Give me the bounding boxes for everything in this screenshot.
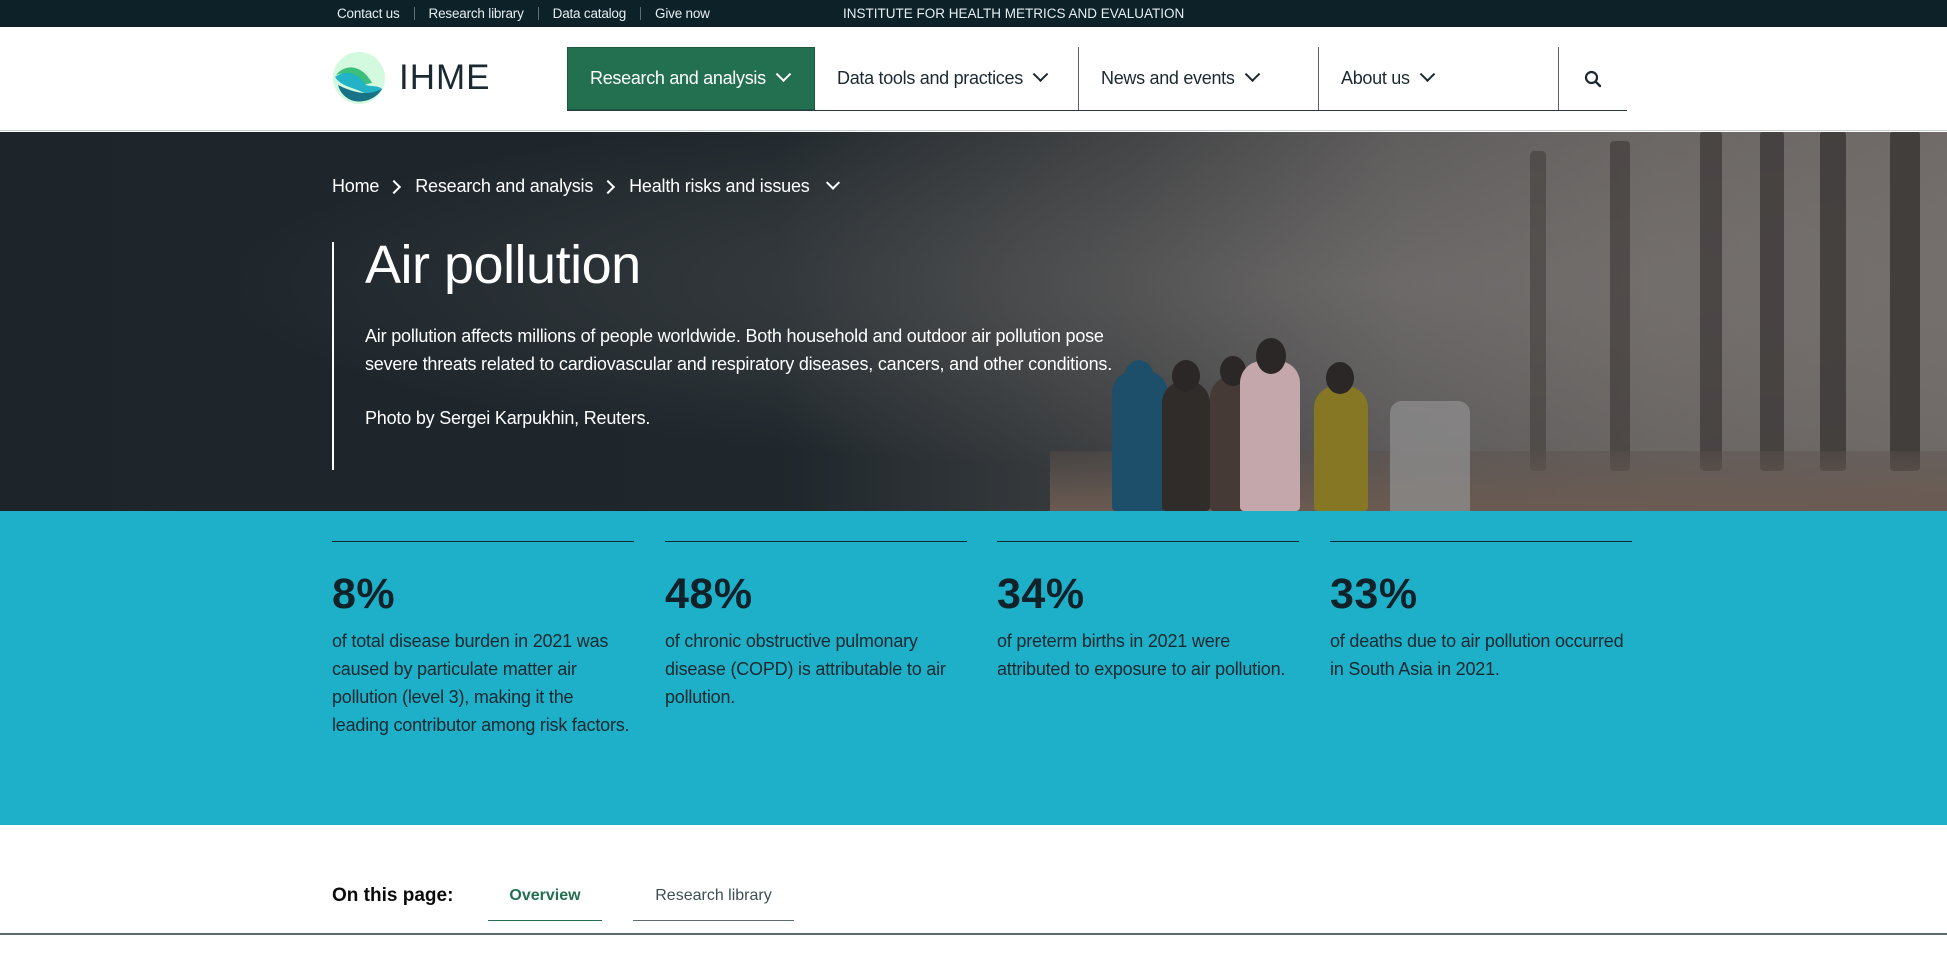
utility-bar: Contact us Research library Data catalog… (0, 0, 1947, 27)
stat-description: of total disease burden in 2021 was caus… (332, 631, 630, 735)
utility-link-research-library[interactable]: Research library (413, 7, 538, 20)
on-this-page-label: On this page: (332, 885, 454, 906)
hero-description: Air pollution affects millions of people… (365, 326, 1113, 374)
stat-value: 48% (665, 570, 753, 618)
hero-content: Air pollution Air pollution affects mill… (332, 235, 1132, 470)
hero-photo-tree (1820, 132, 1846, 471)
chevron-down-icon (775, 66, 792, 83)
stat-card: 33% of deaths due to air pollution occur… (1330, 541, 1632, 683)
chevron-down-icon (1419, 66, 1435, 83)
hero-photo-tree (1700, 132, 1722, 471)
nav-about-us[interactable]: About us (1319, 47, 1559, 110)
hero-photo-car (1390, 401, 1470, 511)
logo-text: IHME (399, 58, 491, 97)
breadcrumb: Home Research and analysis Health risks … (332, 175, 840, 197)
hero-photo-person (1314, 386, 1368, 511)
hero-photo-tree (1610, 141, 1630, 471)
stat-value: 8% (332, 570, 396, 618)
nav-research-and-analysis[interactable]: Research and analysis (567, 47, 815, 110)
stat-card: 34% of preterm births in 2021 were attri… (997, 541, 1299, 683)
hero-photo-person (1162, 381, 1210, 511)
nav-label: About us (1341, 68, 1410, 88)
hero-photo-tree (1760, 132, 1784, 471)
photo-credit: Photo by Sergei Karpukhin, Reuters. (365, 408, 651, 428)
main-nav: Research and analysis Data tools and pra… (567, 47, 1627, 111)
nav-data-tools-and-practices[interactable]: Data tools and practices (815, 47, 1079, 110)
stat-description: of chronic obstructive pulmonary disease… (665, 631, 946, 707)
stat-description: of deaths due to air pollution occurred … (1330, 631, 1624, 679)
page-title: Air pollution (365, 235, 641, 295)
stat-card: 8% of total disease burden in 2021 was c… (332, 541, 634, 739)
hero-photo-person-head (1172, 360, 1200, 392)
chevron-down-icon[interactable] (825, 175, 840, 190)
on-this-page-nav: On this page: Overview Research library (0, 825, 1947, 968)
divider (0, 933, 1947, 935)
breadcrumb-health-risks-and-issues[interactable]: Health risks and issues (629, 176, 810, 197)
hero-photo-person-head (1326, 362, 1354, 394)
stat-card: 48% of chronic obstructive pulmonary dis… (665, 541, 967, 711)
hero-photo-tree (1890, 132, 1920, 471)
search-icon (1584, 70, 1602, 87)
utility-link-give-now[interactable]: Give now (640, 7, 724, 20)
nav-news-and-events[interactable]: News and events (1079, 47, 1319, 110)
stat-value: 33% (1330, 570, 1418, 618)
utility-link-contact-us[interactable]: Contact us (337, 7, 414, 21)
hero-photo-tree (1530, 151, 1546, 471)
institute-name: INSTITUTE FOR HEALTH METRICS AND EVALUAT… (843, 6, 1185, 21)
breadcrumb-research-and-analysis[interactable]: Research and analysis (415, 176, 593, 197)
hero-banner: Home Research and analysis Health risks … (0, 132, 1947, 511)
site-header: IHME Research and analysis Data tools an… (0, 27, 1947, 131)
search-button[interactable] (1559, 47, 1627, 110)
stat-value: 34% (997, 570, 1085, 618)
nav-label: Data tools and practices (837, 68, 1023, 88)
hero-photo-person (1240, 361, 1300, 511)
utility-link-data-catalog[interactable]: Data catalog (537, 7, 640, 20)
ihme-logo-icon (333, 52, 385, 104)
chevron-down-icon (1244, 66, 1260, 83)
nav-label: News and events (1101, 68, 1235, 88)
nav-label: Research and analysis (590, 68, 766, 88)
tab-overview[interactable]: Overview (488, 887, 602, 921)
key-stats-section: 8% of total disease burden in 2021 was c… (0, 511, 1947, 825)
tab-research-library[interactable]: Research library (633, 887, 794, 921)
chevron-down-icon (1032, 66, 1049, 83)
breadcrumb-home[interactable]: Home (332, 176, 379, 197)
chevron-right-icon (387, 179, 402, 194)
stat-description: of preterm births in 2021 were attribute… (997, 631, 1286, 679)
chevron-right-icon (601, 179, 616, 194)
utility-links: Contact us Research library Data catalog… (337, 0, 724, 27)
hero-photo-person-head (1256, 338, 1286, 374)
logo-link[interactable]: IHME (332, 51, 491, 105)
